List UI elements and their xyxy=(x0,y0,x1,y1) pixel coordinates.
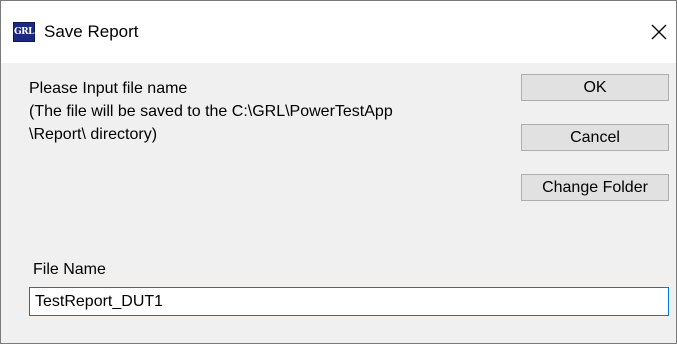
instruction-line-3: \Report\ directory) xyxy=(29,126,158,143)
cancel-button[interactable]: Cancel xyxy=(521,124,669,151)
close-icon xyxy=(651,24,667,40)
file-name-input[interactable] xyxy=(29,287,669,316)
close-button[interactable] xyxy=(642,15,676,49)
change-folder-button[interactable]: Change Folder xyxy=(521,174,669,201)
file-name-label: File Name xyxy=(33,261,106,278)
title-bar: GRL Save Report xyxy=(1,1,676,63)
grl-app-icon: GRL xyxy=(13,22,35,42)
ok-button[interactable]: OK xyxy=(521,74,669,101)
save-report-dialog: GRL Save Report Please Input file name (… xyxy=(0,0,677,344)
instruction-line-1: Please Input file name xyxy=(29,80,188,97)
app-icon-text: GRL xyxy=(14,27,35,37)
instruction-line-2: (The file will be saved to the C:\GRL\Po… xyxy=(29,103,393,120)
window-title: Save Report xyxy=(44,22,139,41)
instruction-message: Please Input file name (The file will be… xyxy=(29,77,499,146)
